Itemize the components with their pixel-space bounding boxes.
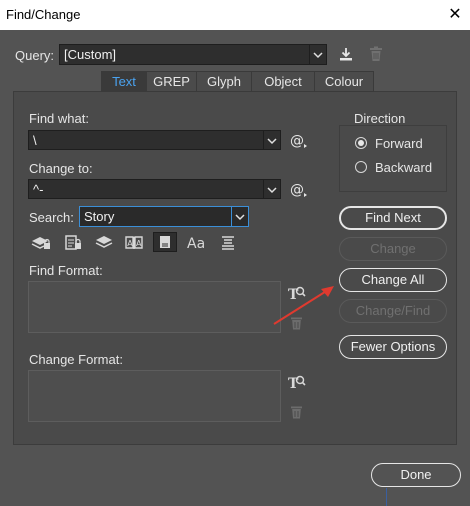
tab-colour[interactable]: Colour — [315, 72, 373, 91]
include-locked-stories-icon[interactable] — [64, 234, 82, 253]
change-all-button[interactable]: Change All — [339, 268, 447, 292]
change-to-label: Change to: — [29, 161, 93, 176]
backward-radio[interactable] — [355, 161, 367, 173]
query-value: [Custom] — [64, 47, 117, 62]
chevron-down-icon[interactable] — [231, 207, 248, 226]
edge-line — [386, 488, 387, 506]
find-change-dialog: Find/Change ✕ Query: [Custom] Text GREP … — [0, 0, 470, 506]
svg-text:Aa: Aa — [187, 236, 205, 250]
change-format-box[interactable] — [28, 370, 281, 422]
special-characters-icon[interactable]: @ — [290, 180, 308, 201]
change-find-button[interactable]: Change/Find — [339, 299, 447, 323]
special-characters-icon[interactable]: @ — [290, 131, 308, 152]
include-hidden-layers-icon[interactable] — [95, 234, 113, 253]
svg-text:A: A — [127, 239, 133, 248]
whole-word-icon[interactable] — [220, 234, 236, 253]
direction-label: Direction — [354, 111, 406, 126]
find-format-box[interactable] — [28, 281, 281, 333]
include-locked-layers-icon[interactable] — [31, 234, 51, 253]
forward-radio[interactable] — [355, 137, 367, 149]
tab-text[interactable]: Text — [102, 72, 147, 91]
save-query-icon[interactable] — [338, 46, 354, 65]
case-sensitive-icon[interactable]: Aa — [187, 234, 207, 253]
close-icon[interactable]: ✕ — [446, 6, 464, 24]
change-to-value: ^- — [33, 182, 44, 197]
search-scope-value: Story — [84, 209, 115, 224]
change-to-input[interactable]: ^- — [28, 179, 281, 199]
find-what-value: \ — [33, 133, 37, 148]
backward-label[interactable]: Backward — [375, 160, 432, 175]
clear-change-format-icon[interactable] — [290, 405, 303, 422]
svg-text:@: @ — [290, 133, 304, 149]
include-footnotes-icon[interactable] — [153, 232, 177, 252]
delete-query-icon[interactable] — [369, 46, 383, 65]
change-button[interactable]: Change — [339, 237, 447, 261]
query-select[interactable]: [Custom] — [59, 44, 327, 65]
forward-label[interactable]: Forward — [375, 136, 423, 151]
tab-grep[interactable]: GREP — [147, 72, 197, 91]
tab-object[interactable]: Object — [252, 72, 315, 91]
svg-text:@: @ — [290, 182, 304, 198]
specify-change-format-icon[interactable]: T — [288, 373, 306, 394]
window-title: Find/Change — [6, 7, 81, 22]
radio-selected-dot — [358, 140, 364, 146]
find-what-input[interactable]: \ — [28, 130, 281, 150]
tab-glyph[interactable]: Glyph — [197, 72, 252, 91]
find-next-button[interactable]: Find Next — [339, 206, 447, 230]
chevron-down-icon[interactable] — [263, 131, 280, 149]
change-format-label: Change Format: — [29, 352, 123, 367]
title-bar: Find/Change ✕ — [0, 0, 470, 30]
mode-tabs: Text GREP Glyph Object Colour — [101, 71, 374, 92]
search-scope-select[interactable]: Story — [79, 206, 249, 227]
done-button[interactable]: Done — [371, 463, 461, 487]
search-label: Search: — [29, 210, 74, 225]
svg-text:A: A — [136, 239, 142, 248]
find-what-label: Find what: — [29, 111, 89, 126]
chevron-down-icon[interactable] — [309, 45, 326, 64]
annotation-arrow-icon — [273, 286, 334, 325]
query-label: Query: — [15, 48, 55, 63]
chevron-down-icon[interactable] — [263, 180, 280, 198]
fewer-options-button[interactable]: Fewer Options — [339, 335, 447, 359]
find-format-label: Find Format: — [29, 263, 103, 278]
include-master-pages-icon[interactable]: AA — [124, 234, 144, 253]
